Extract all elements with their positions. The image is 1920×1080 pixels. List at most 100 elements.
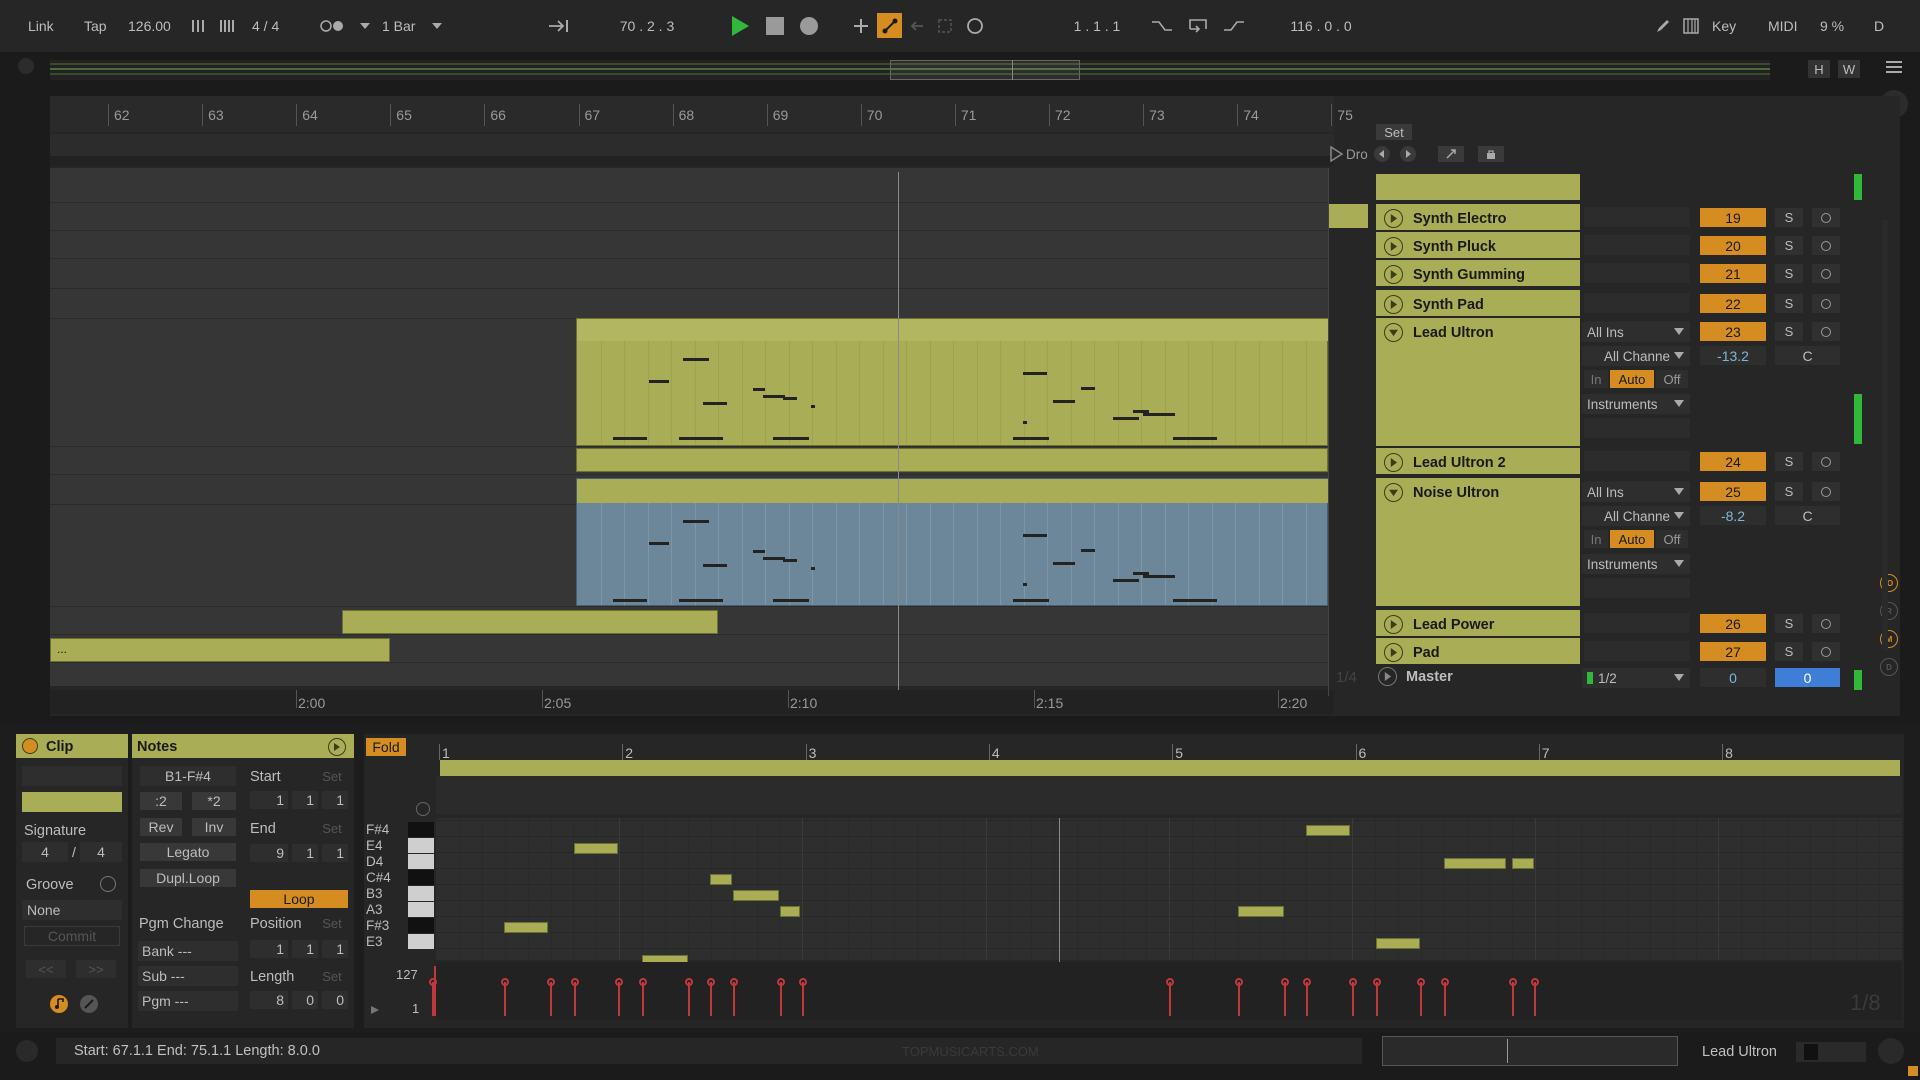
midi-note[interactable] (710, 874, 732, 885)
track-activator-number[interactable]: 19 (1700, 208, 1766, 227)
output-channel-select[interactable] (1584, 418, 1690, 438)
loop-brace[interactable] (440, 760, 1900, 776)
overview-toggle-icon[interactable] (18, 58, 34, 74)
halve-button[interactable]: :2 (140, 792, 182, 810)
track-header-noise-ultron[interactable]: Noise Ultron (1376, 478, 1580, 606)
nudge-forward-button[interactable]: >> (76, 960, 116, 978)
track-header-pad[interactable]: Pad (1376, 638, 1580, 664)
preview-icon[interactable] (416, 802, 430, 816)
monitor-off-button[interactable]: Off (1656, 370, 1688, 388)
prev-locator-icon[interactable] (1374, 146, 1390, 162)
piano-key[interactable] (408, 870, 434, 885)
note-range-field[interactable]: B1-F#4 (140, 766, 236, 786)
arrangement-position-field[interactable]: 70 . 2 . 3 (600, 16, 694, 36)
midi-note[interactable] (1376, 938, 1420, 949)
length-field-0[interactable]: 8 (250, 991, 288, 1009)
piano-key[interactable] (408, 822, 434, 837)
clip-name-field[interactable] (22, 766, 122, 786)
signature-denominator-field[interactable]: 4 (80, 842, 122, 862)
master-pan-field[interactable]: 0 (1775, 668, 1840, 687)
velocity-expand-icon[interactable] (370, 1002, 380, 1018)
track-io-slot[interactable] (1584, 263, 1690, 283)
master-track-header[interactable]: Master (1370, 664, 1580, 690)
track-io-slot[interactable] (1584, 641, 1690, 661)
pad-clip[interactable]: ... (50, 638, 390, 662)
key-map-button[interactable]: Key (1712, 16, 1736, 36)
velocity-marker[interactable] (1509, 978, 1517, 1016)
piano-key[interactable] (408, 918, 434, 933)
length-field-2[interactable]: 0 (322, 991, 348, 1009)
track-header-lead-ultron-2[interactable]: Lead Ultron 2 (1376, 448, 1580, 474)
link-button[interactable]: Link (28, 16, 54, 36)
midi-note[interactable] (733, 890, 779, 901)
sub-field[interactable]: Sub --- (138, 966, 238, 986)
nudge-down-icon[interactable] (190, 17, 208, 35)
velocity-marker[interactable] (777, 978, 785, 1016)
midi-map-button[interactable]: MIDI (1768, 16, 1798, 36)
solo-button[interactable]: S (1775, 236, 1803, 255)
duplicate-loop-button[interactable]: Dupl.Loop (140, 869, 236, 887)
track-fold-icon[interactable] (1384, 209, 1403, 228)
next-locator-icon[interactable] (1400, 146, 1416, 162)
midi-note[interactable] (1306, 825, 1350, 836)
locator-label[interactable]: Dro (1346, 148, 1368, 162)
solo-button[interactable]: S (1775, 614, 1803, 633)
arm-button[interactable] (1812, 614, 1840, 633)
track-fold-icon[interactable] (1384, 643, 1403, 662)
velocity-marker[interactable] (707, 978, 715, 1016)
set-locator-button[interactable]: Set (1376, 124, 1412, 140)
piano-key[interactable] (408, 838, 434, 853)
group-header[interactable] (1376, 174, 1580, 200)
arm-button[interactable] (1812, 264, 1840, 283)
groove-hot-swap-icon[interactable] (100, 876, 116, 892)
piano-key[interactable] (408, 854, 434, 869)
input-channel-select[interactable]: All Channe (1582, 506, 1690, 526)
piano-key[interactable] (408, 934, 434, 949)
arm-button[interactable] (1812, 452, 1840, 471)
solo-button[interactable]: S (1775, 482, 1803, 501)
midi-bar-ruler[interactable] (436, 746, 1900, 760)
length-field-1[interactable]: 0 (292, 991, 318, 1009)
metronome-icon[interactable] (320, 17, 348, 35)
midi-note[interactable] (780, 906, 800, 917)
status-track-name[interactable]: Lead Ultron (1702, 1045, 1777, 1060)
velocity-marker[interactable] (799, 978, 807, 1016)
time-ruler[interactable] (50, 690, 1334, 714)
end-field-1[interactable]: 1 (292, 844, 318, 862)
monitor-auto-button[interactable]: Auto (1610, 530, 1654, 548)
solo-button[interactable]: S (1775, 264, 1803, 283)
end-set-button[interactable]: Set (318, 820, 346, 836)
invert-button[interactable]: Inv (192, 818, 236, 836)
draw-mode-icon[interactable] (1652, 15, 1674, 37)
automation-arm-icon[interactable] (877, 13, 902, 38)
master-output-select[interactable]: 1/2 (1582, 668, 1690, 688)
tempo-field[interactable]: 126.00 (128, 16, 171, 36)
optimize-height-button[interactable]: H (1808, 60, 1830, 78)
scrub-area[interactable] (50, 134, 1334, 156)
vertical-scrollbar[interactable] (1882, 220, 1888, 650)
monitor-in-button[interactable]: In (1584, 530, 1608, 548)
clip-audio-icon[interactable] (50, 995, 68, 1013)
piano-key[interactable] (408, 886, 434, 901)
clip-envelope-icon[interactable] (80, 995, 98, 1013)
start-field-0[interactable]: 1 (250, 791, 288, 809)
solo-button[interactable]: S (1775, 208, 1803, 227)
midi-scrub-area[interactable] (436, 776, 1902, 814)
output-channel-select[interactable] (1584, 578, 1690, 598)
stop-icon[interactable] (764, 15, 786, 37)
midi-note[interactable] (1238, 906, 1284, 917)
length-set-button[interactable]: Set (318, 968, 346, 984)
monitor-off-button[interactable]: Off (1656, 530, 1688, 548)
position-set-button[interactable]: Set (318, 915, 346, 931)
input-channel-select[interactable]: All Channe (1582, 346, 1690, 366)
track-header-lead-power[interactable]: Lead Power (1376, 610, 1580, 636)
track-io-slot[interactable] (1584, 235, 1690, 255)
groove-select[interactable]: None (22, 900, 122, 920)
pan-field[interactable]: C (1775, 506, 1840, 525)
computer-keyboard-icon[interactable] (1680, 15, 1702, 37)
record-icon[interactable] (798, 15, 820, 37)
track-activator-number[interactable]: 21 (1700, 264, 1766, 283)
capture-midi-icon[interactable] (934, 15, 956, 37)
lead-ultron-2-clip[interactable] (576, 448, 1328, 472)
velocity-marker[interactable] (1349, 978, 1357, 1016)
